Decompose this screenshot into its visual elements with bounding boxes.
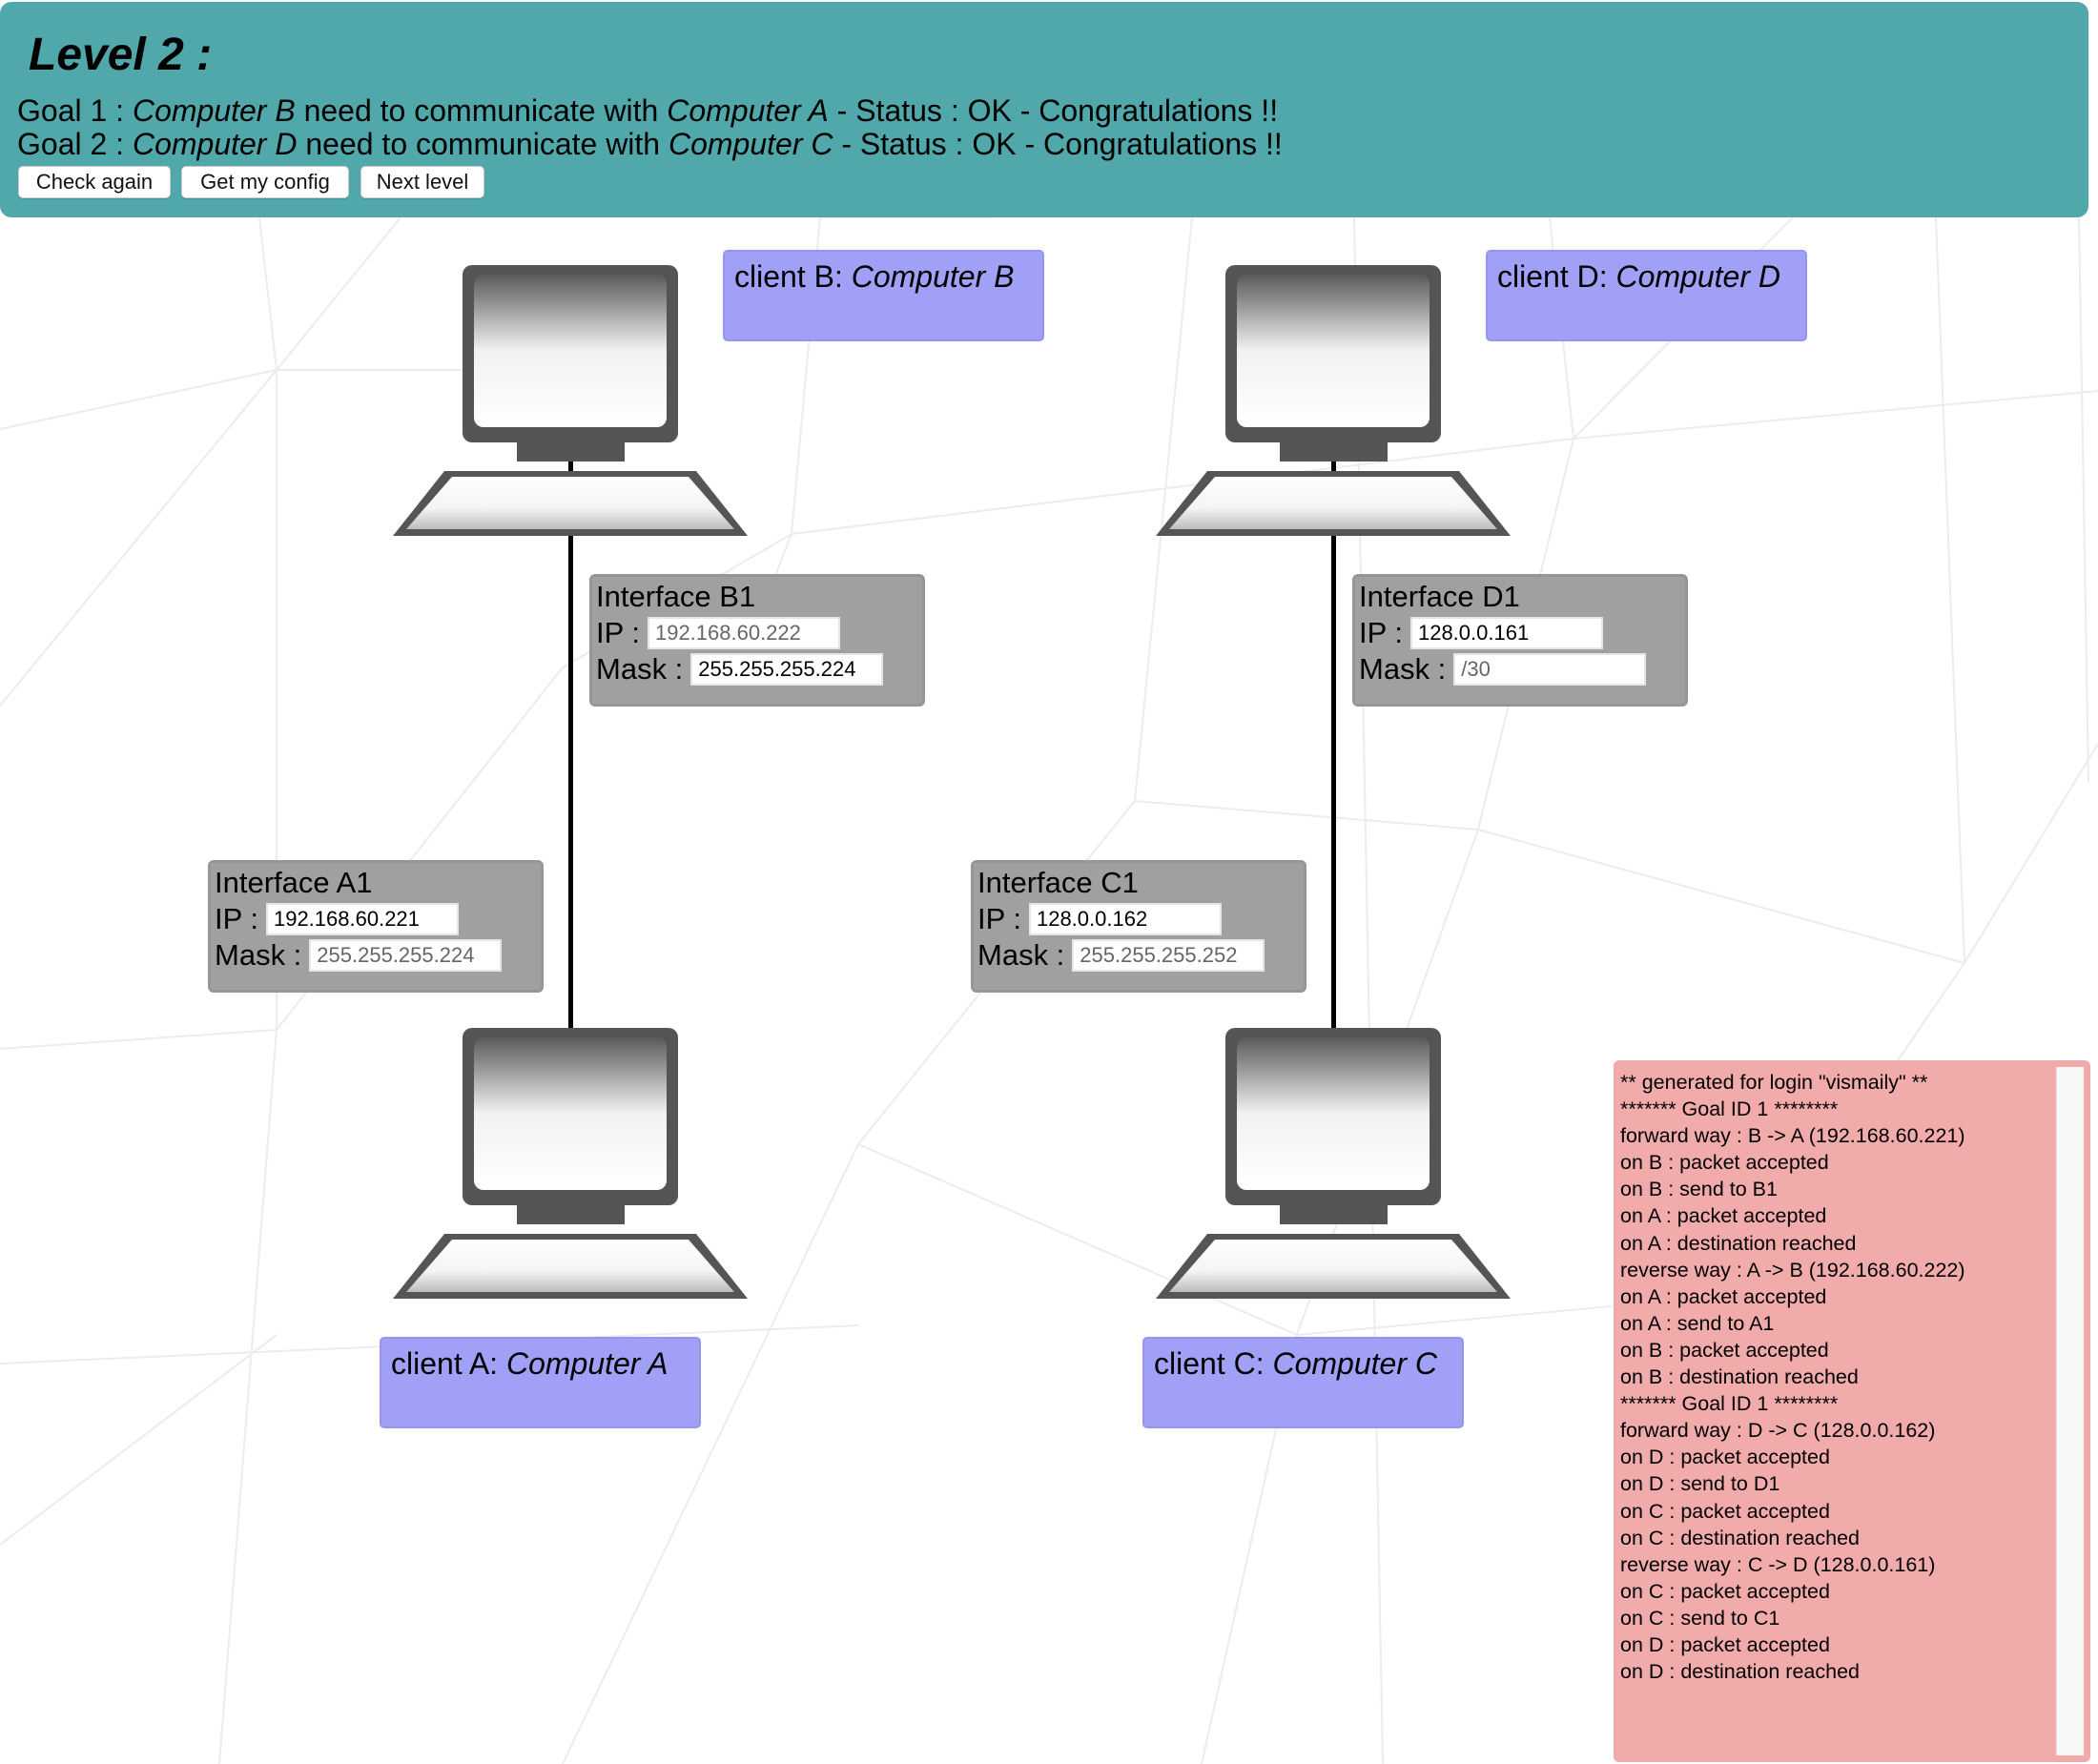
log-line: on C : packet accepted	[1620, 1579, 1830, 1603]
mask-label: Mask :	[1359, 652, 1447, 686]
ip-label: IP :	[215, 902, 258, 935]
goal-2-status: Goal 2 : Computer D need to communicate …	[17, 127, 1283, 162]
interface-c1-mask-input[interactable]	[1072, 939, 1265, 972]
computer-a[interactable]	[389, 1026, 751, 1302]
interface-b1: Interface B1 IP : Mask :	[589, 574, 925, 707]
interface-b1-ip-input[interactable]	[647, 617, 840, 649]
log-line: on A : packet accepted	[1620, 1204, 1827, 1228]
next-level-button[interactable]: Next level	[360, 166, 484, 198]
computer-icon	[393, 1028, 748, 1299]
interface-d1: Interface D1 IP : Mask :	[1352, 574, 1688, 707]
interface-c1: Interface C1 IP : Mask :	[971, 860, 1306, 993]
client-label-a: client A: Computer A	[380, 1337, 701, 1428]
client-label-b: client B: Computer B	[723, 250, 1044, 341]
computer-d[interactable]	[1152, 263, 1514, 540]
goal-1-result: - Status : OK - Congratulations !!	[828, 93, 1279, 128]
log-line: forward way : D -> C (128.0.0.162)	[1620, 1419, 1936, 1443]
log-scrollbar[interactable]	[2056, 1067, 2084, 1755]
link-d-c	[1331, 458, 1336, 1049]
interface-a1: Interface A1 IP : Mask :	[208, 860, 544, 993]
goal-2-source: Computer D	[132, 127, 298, 161]
ip-label: IP :	[977, 902, 1021, 935]
computer-icon	[1156, 1028, 1511, 1299]
mask-label: Mask :	[596, 652, 684, 686]
interface-b1-mask-input[interactable]	[690, 653, 884, 686]
level-header: Level 2 : Goal 1 : Computer B need to co…	[0, 2, 2088, 217]
interface-title: Interface B1	[596, 580, 756, 613]
log-line: on B : destination reached	[1620, 1365, 1859, 1389]
client-d-prefix: client D:	[1497, 259, 1616, 294]
interface-c1-ip-input[interactable]	[1028, 903, 1222, 935]
log-line: ******* Goal ID 1 ********	[1620, 1097, 1839, 1121]
log-line: on B : packet accepted	[1620, 1338, 1829, 1362]
log-line: on D : destination reached	[1620, 1660, 1860, 1684]
client-b-name: Computer B	[851, 259, 1015, 294]
log-line: on D : packet accepted	[1620, 1446, 1830, 1469]
goal-2-label: Goal 2 :	[17, 127, 133, 161]
interface-d1-ip-input[interactable]	[1409, 617, 1603, 649]
log-line: on A : packet accepted	[1620, 1284, 1827, 1308]
client-label-d: client D: Computer D	[1486, 250, 1807, 341]
interface-title: Interface C1	[977, 866, 1139, 899]
computer-icon	[1156, 265, 1511, 536]
ip-label: IP :	[596, 616, 640, 649]
interface-title: Interface D1	[1359, 580, 1520, 613]
interface-a1-ip-input[interactable]	[265, 903, 459, 935]
client-a-prefix: client A:	[391, 1346, 506, 1381]
interface-d1-mask-input[interactable]	[1453, 653, 1647, 686]
log-line: ** generated for login "vismaily" **	[1620, 1071, 1928, 1094]
log-line: on C : destination reached	[1620, 1526, 1860, 1549]
goal-1-target: Computer A	[667, 93, 829, 128]
level-title: Level 2 :	[29, 30, 213, 80]
goal-1-status: Goal 1 : Computer B need to communicate …	[17, 93, 1278, 129]
goal-2-result: - Status : OK - Congratulations !!	[833, 127, 1283, 161]
get-my-config-button[interactable]: Get my config	[181, 166, 349, 198]
log-line: on A : destination reached	[1620, 1231, 1857, 1255]
client-a-name: Computer A	[505, 1346, 668, 1381]
interface-title: Interface A1	[215, 866, 373, 899]
log-line: on D : packet accepted	[1620, 1632, 1830, 1656]
computer-icon	[393, 265, 748, 536]
goal-1-source: Computer B	[132, 93, 296, 128]
computer-b[interactable]	[389, 263, 751, 540]
check-again-button[interactable]: Check again	[18, 166, 171, 198]
log-line: forward way : B -> A (192.168.60.221)	[1620, 1124, 1965, 1148]
log-line: on B : send to B1	[1620, 1178, 1778, 1201]
mask-label: Mask :	[215, 938, 302, 972]
client-b-prefix: client B:	[734, 259, 852, 294]
ip-label: IP :	[1359, 616, 1403, 649]
client-c-name: Computer C	[1272, 1346, 1437, 1381]
client-d-name: Computer D	[1615, 259, 1780, 294]
client-c-prefix: client C:	[1154, 1346, 1273, 1381]
interface-a1-mask-input[interactable]	[309, 939, 503, 972]
goal-2-middle: need to communicate with	[297, 127, 668, 161]
goal-1-middle: need to communicate with	[295, 93, 668, 128]
link-b-a	[568, 458, 573, 1049]
log-line: on B : packet accepted	[1620, 1151, 1829, 1175]
mask-label: Mask :	[977, 938, 1065, 972]
computer-c[interactable]	[1152, 1026, 1514, 1302]
log-line: ******* Goal ID 1 ********	[1620, 1392, 1839, 1416]
client-label-c: client C: Computer C	[1142, 1337, 1464, 1428]
goal-2-target: Computer C	[668, 127, 833, 161]
log-line: on A : send to A1	[1620, 1311, 1775, 1335]
check-log-panel[interactable]: ** generated for login "vismaily" ** ****…	[1614, 1060, 2090, 1762]
goal-1-label: Goal 1 :	[17, 93, 133, 128]
log-line: reverse way : C -> D (128.0.0.161)	[1620, 1552, 1936, 1576]
log-line: reverse way : A -> B (192.168.60.222)	[1620, 1258, 1965, 1282]
log-line: on D : send to D1	[1620, 1472, 1780, 1496]
log-line: on C : send to C1	[1620, 1606, 1780, 1630]
check-log-text: ** generated for login "vismaily" ** ****…	[1620, 1069, 2054, 1685]
log-line: on C : packet accepted	[1620, 1499, 1830, 1523]
